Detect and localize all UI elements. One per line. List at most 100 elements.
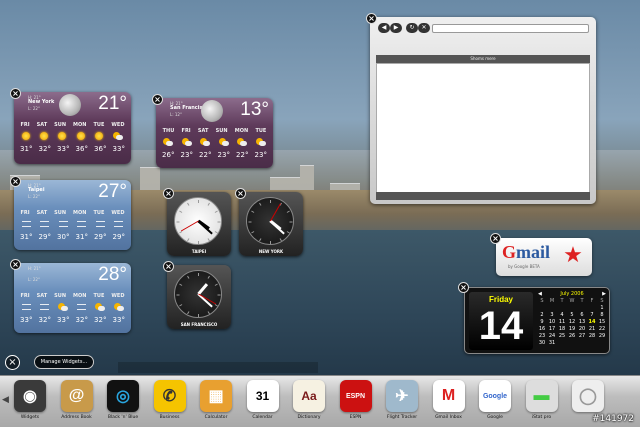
calendar-date[interactable]: 26 [567,333,577,340]
weather-widget[interactable]: H: 21° Taipei L: 22° 27° FRI SAT SUN MON TUE… [14,180,131,250]
close-icon[interactable]: × [152,94,163,105]
widget-bar-item[interactable]: ◎ Black 'n' Blue [100,380,146,420]
back-icon[interactable]: ◀ [378,23,390,33]
close-icon[interactable]: × [458,282,469,293]
close-icon[interactable]: × [235,188,246,199]
browser-widget: ◀ ▶ ↻ ✕ Shoms mere [370,17,596,204]
widget-bar-label: Flight Tracker [386,415,418,420]
widget-bar-item[interactable]: 31 Calendar [240,380,286,420]
close-icon[interactable]: × [163,261,174,272]
clock-face [174,270,222,318]
web-page-area[interactable] [376,63,590,193]
widget-bar-item[interactable]: ✆ Business [147,380,193,420]
close-icon[interactable]: × [10,259,21,270]
gmail-widget[interactable]: Gmail by Google BETA ★ [496,238,592,276]
calendar-date[interactable]: 7 [587,312,597,319]
wind-icon [58,221,68,227]
dictionary-icon: Aa [293,380,325,412]
manage-widgets-button[interactable]: Manage Widgets... [34,355,94,369]
clock-widget[interactable]: SAN FRANCISCO [167,265,231,329]
widget-bar-item[interactable]: ◉ Widgets [7,380,53,420]
prev-month-icon[interactable]: ◀ [538,291,542,297]
widget-bar-item[interactable]: ▦ Calculator [193,380,239,420]
reload-icon[interactable]: ↻ [406,23,418,33]
widget-bar-label: Business [159,415,180,420]
sun-cloud-icon [218,138,229,146]
calendar-date[interactable]: 30 [537,340,547,347]
calendar-date[interactable]: 29 [597,333,607,340]
widget-bar-item[interactable]: ◯ [565,380,611,415]
widget-bar-item[interactable]: ✈ Flight Tracker [379,380,425,420]
calendar-date[interactable]: 15 [597,319,607,326]
weather-day: MON [234,128,249,134]
calendar-date[interactable]: 5 [567,312,577,319]
close-icon[interactable]: × [163,188,174,199]
widget-bar-item[interactable]: M Gmail Inbox [426,380,472,420]
gmail-sub: by Google BETA [508,264,540,269]
close-widget-bar-icon[interactable]: × [5,355,20,370]
calendar-date[interactable]: 17 [547,326,557,333]
widget-bar-item[interactable]: ▬ iStat pro [519,380,565,420]
clock-city-label: NEW YORK [258,249,284,254]
calendar-date[interactable]: 4 [557,312,567,319]
next-month-icon[interactable]: ▶ [602,291,606,297]
calendar-date[interactable]: 22 [597,326,607,333]
calendar-date[interactable]: 6 [577,312,587,319]
calendar-date[interactable]: 3 [547,312,557,319]
widget-bar-item[interactable]: Aa Dictionary [286,380,332,420]
calendar-date[interactable]: 23 [537,333,547,340]
close-icon[interactable]: × [366,13,377,24]
calendar-date[interactable]: 8 [597,312,607,319]
close-icon[interactable]: × [10,176,21,187]
weekday-header: T [560,298,564,304]
calendar-date[interactable]: 2 [537,312,547,319]
weather-temp: 23° [180,151,193,159]
stop-icon[interactable]: ✕ [418,23,430,33]
weather-widget[interactable]: H: 21° New York L: 22° 21° FRI SAT SUN MON T… [14,92,131,164]
page-tab-title: Shoms mere [376,55,590,63]
calendar-date[interactable]: 25 [557,333,567,340]
widget-bar-item[interactable]: Google Google [472,380,518,420]
calendar-date[interactable]: 21 [587,326,597,333]
calendar-date[interactable]: 12 [567,319,577,326]
calculator-icon: ▦ [200,380,232,412]
forward-icon[interactable]: ▶ [390,23,402,33]
sun-cloud-icon [94,303,105,311]
wind-icon [76,304,86,310]
weather-temp: 32° [75,316,88,324]
calendar-date[interactable]: 31 [547,340,557,347]
calendar-date[interactable]: 18 [557,326,567,333]
weather-day: FRI [181,128,191,134]
clock-widget[interactable]: NEW YORK [239,192,303,256]
calendar-date[interactable]: 10 [547,319,557,326]
calendar-date[interactable]: 13 [577,319,587,326]
calendar-date[interactable]: 1 [597,305,607,312]
calendar-date[interactable]: 16 [537,326,547,333]
widget-bar-item[interactable]: @ Address Book [54,380,100,420]
weather-widget[interactable]: H: 21° San Francisco L: 12° 13° THU FRI SA… [156,98,273,168]
weather-temp: 23° [254,151,267,159]
calendar-date[interactable]: 11 [557,319,567,326]
widget-bar-label: Calculator [204,415,228,420]
address-book-icon: @ [60,380,93,412]
calendar-date[interactable]: 20 [577,326,587,333]
calendar-date [537,305,547,312]
flight-tracker-icon: ✈ [386,380,418,412]
calendar-date[interactable]: 28 [587,333,597,340]
close-icon[interactable]: × [10,88,21,99]
calendar-date[interactable]: 9 [537,319,547,326]
url-input[interactable] [432,24,589,33]
weather-widget[interactable]: H: 21° L: 22° 28° FRI SAT SUN MON TUE WED 33°… [14,263,131,333]
close-icon[interactable]: × [490,233,501,244]
calendar-date[interactable]: 19 [567,326,577,333]
calendar-date[interactable]: 14 [587,319,597,326]
calendar-date[interactable]: 24 [547,333,557,340]
weather-day: SUN [215,128,228,134]
calendar-date[interactable]: 27 [577,333,587,340]
calendar-today-panel[interactable]: Friday 14 [469,292,533,350]
black-n-blue-icon: ◎ [107,380,139,412]
widget-bar-label: Google [487,415,503,420]
clock-widget[interactable]: TAIPEI [167,192,231,256]
widget-bar-item[interactable]: ESPN ESPN [333,380,379,420]
widget-bar: ◀ ◉ Widgets @ Address Book ◎ Black 'n' Blu… [0,375,640,427]
